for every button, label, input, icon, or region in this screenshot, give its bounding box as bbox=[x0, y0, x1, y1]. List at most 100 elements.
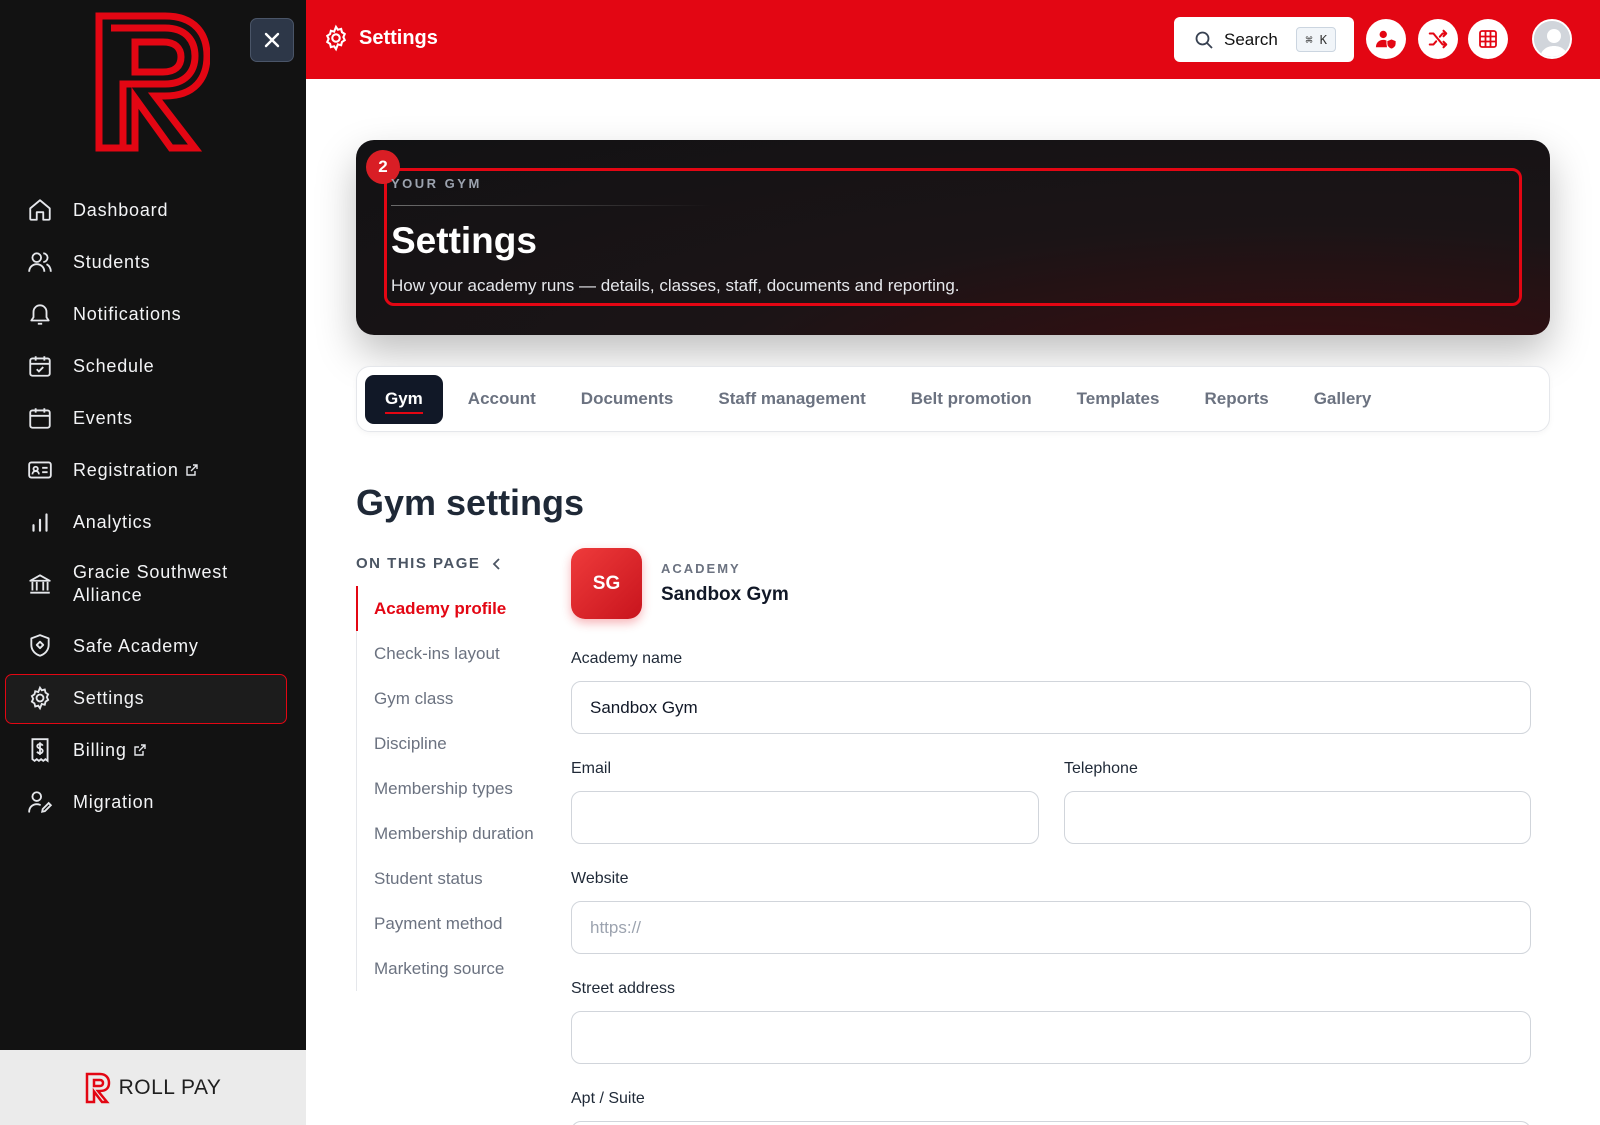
user-shield-icon bbox=[1375, 30, 1397, 50]
sidebar-item-label: Migration bbox=[73, 791, 155, 812]
sidebar-item-label: Dashboard bbox=[73, 199, 169, 220]
sidebar-item-analytics[interactable]: Analytics bbox=[0, 496, 306, 548]
academy-meta: ACADEMY Sandbox Gym bbox=[661, 561, 789, 606]
website-label: Website bbox=[571, 870, 629, 887]
external-link-icon bbox=[185, 463, 199, 477]
bank-icon bbox=[27, 571, 53, 597]
sidebar-item-label: Safe Academy bbox=[73, 635, 199, 656]
toc-item-payment-method[interactable]: Payment method bbox=[357, 901, 556, 946]
tab-gallery[interactable]: Gallery bbox=[1294, 375, 1392, 424]
on-this-page-label: ON THIS PAGE bbox=[356, 555, 481, 572]
tab-documents[interactable]: Documents bbox=[561, 375, 694, 424]
search-shortcut: ⌘ K bbox=[1296, 27, 1336, 52]
website-field[interactable] bbox=[571, 901, 1531, 954]
sidebar-item-label: Schedule bbox=[73, 355, 155, 376]
hero-eyebrow: YOUR GYM bbox=[391, 176, 482, 191]
gear-icon bbox=[322, 24, 350, 52]
apt-suite-label: Apt / Suite bbox=[571, 1090, 645, 1107]
users-icon bbox=[27, 249, 53, 275]
sidebar: Dashboard Students Notifications Schedul… bbox=[0, 0, 306, 1125]
academy-name-input[interactable] bbox=[571, 681, 1531, 734]
sidebar-item-label: Notifications bbox=[73, 303, 182, 324]
on-this-page-toggle[interactable]: ON THIS PAGE bbox=[356, 555, 502, 572]
tab-belt-promotion[interactable]: Belt promotion bbox=[891, 375, 1052, 424]
sidebar-item-students[interactable]: Students bbox=[0, 236, 306, 288]
roll-pay-logo bbox=[85, 1072, 110, 1103]
street-address-field[interactable] bbox=[571, 1011, 1531, 1064]
toc-item-academy-profile[interactable]: Academy profile bbox=[356, 586, 556, 631]
tab-staff-management[interactable]: Staff management bbox=[698, 375, 885, 424]
academy-name: Sandbox Gym bbox=[661, 584, 789, 605]
tab-gym[interactable]: Gym bbox=[365, 374, 443, 424]
roll-pay-text: ROLL PAY bbox=[118, 1075, 222, 1099]
sidebar-item-notifications[interactable]: Notifications bbox=[0, 288, 306, 340]
sidebar-item-events[interactable]: Events bbox=[0, 392, 306, 444]
toc-item-marketing-source[interactable]: Marketing source bbox=[357, 946, 556, 991]
sidebar-item-label: Billing bbox=[73, 739, 127, 760]
tab-templates[interactable]: Templates bbox=[1057, 375, 1180, 424]
toc-item-membership-duration[interactable]: Membership duration bbox=[357, 811, 556, 856]
sidebar-item-label: Analytics bbox=[73, 511, 153, 532]
gear-icon bbox=[27, 685, 53, 711]
sidebar-item-migration[interactable]: Migration bbox=[0, 776, 306, 828]
telephone-label: Telephone bbox=[1064, 760, 1138, 777]
sidebar-item-registration[interactable]: Registration bbox=[0, 444, 306, 496]
user-edit-icon bbox=[27, 789, 53, 815]
close-icon bbox=[264, 32, 280, 48]
toc-item-discipline[interactable]: Discipline bbox=[357, 721, 556, 766]
shield-icon bbox=[27, 633, 53, 659]
academy-eyebrow: ACADEMY bbox=[661, 561, 741, 576]
sidebar-item-label: Gracie Southwest Alliance bbox=[73, 562, 228, 605]
apt-suite-field[interactable] bbox=[571, 1121, 1531, 1125]
sidebar-item-label: Events bbox=[73, 407, 133, 428]
sidebar-nav: Dashboard Students Notifications Schedul… bbox=[0, 184, 306, 828]
roll-pay-brand: ROLL PAY bbox=[0, 1050, 306, 1125]
toc-item-check-ins-layout[interactable]: Check-ins layout bbox=[357, 631, 556, 676]
grid-icon bbox=[1479, 30, 1497, 48]
grid-button[interactable] bbox=[1468, 19, 1508, 59]
toc-item-membership-types[interactable]: Membership types bbox=[357, 766, 556, 811]
page-title-bar: Settings bbox=[322, 24, 438, 52]
top-bar: Settings Search ⌘ K bbox=[306, 0, 1600, 79]
shuffle-icon bbox=[1428, 29, 1448, 49]
sidebar-item-dashboard[interactable]: Dashboard bbox=[0, 184, 306, 236]
roll-logo bbox=[95, 12, 210, 152]
search-icon bbox=[1195, 31, 1213, 49]
sidebar-item-gracie-southwest-alliance[interactable]: Gracie Southwest Alliance bbox=[0, 548, 306, 620]
academy-card: SG ACADEMY Sandbox Gym bbox=[571, 548, 789, 619]
id-card-icon bbox=[27, 457, 53, 483]
sidebar-item-schedule[interactable]: Schedule bbox=[0, 340, 306, 392]
on-this-page-list: Academy profile Check-ins layout Gym cla… bbox=[356, 586, 556, 991]
shuffle-button[interactable] bbox=[1418, 19, 1458, 59]
settings-tabs: Gym Account Documents Staff management B… bbox=[356, 366, 1550, 432]
close-sidebar-button[interactable] bbox=[250, 18, 294, 62]
settings-hero: 2 YOUR GYM Settings How your academy run… bbox=[356, 140, 1550, 335]
avatar[interactable] bbox=[1532, 19, 1572, 59]
sidebar-item-label: Registration bbox=[73, 459, 179, 480]
section-title: Gym settings bbox=[356, 482, 585, 523]
sidebar-item-safe-academy[interactable]: Safe Academy bbox=[0, 620, 306, 672]
hero-subtitle: How your academy runs — details, classes… bbox=[391, 276, 960, 295]
home-icon bbox=[27, 197, 53, 223]
sidebar-item-label: Students bbox=[73, 251, 151, 272]
sidebar-item-settings[interactable]: Settings bbox=[0, 672, 306, 724]
hero-title: Settings bbox=[391, 220, 537, 261]
toc-item-gym-class[interactable]: Gym class bbox=[357, 676, 556, 721]
calendar-icon bbox=[27, 405, 53, 431]
sidebar-item-billing[interactable]: Billing bbox=[0, 724, 306, 776]
academy-initials-avatar: SG bbox=[571, 548, 642, 619]
topbar-title: Settings bbox=[359, 26, 438, 49]
search-label: Search bbox=[1224, 29, 1278, 49]
telephone-field[interactable] bbox=[1064, 791, 1531, 844]
tab-reports[interactable]: Reports bbox=[1184, 375, 1288, 424]
sidebar-item-label: Settings bbox=[73, 687, 145, 708]
email-field[interactable] bbox=[571, 791, 1039, 844]
user-shield-button[interactable] bbox=[1366, 19, 1406, 59]
hero-divider bbox=[391, 205, 711, 206]
receipt-dollar-icon bbox=[27, 737, 53, 763]
street-address-label: Street address bbox=[571, 980, 676, 997]
toc-item-student-status[interactable]: Student status bbox=[357, 856, 556, 901]
tab-account[interactable]: Account bbox=[448, 375, 556, 424]
search-button[interactable]: Search ⌘ K bbox=[1174, 17, 1354, 62]
chevron-left-icon bbox=[492, 557, 502, 570]
